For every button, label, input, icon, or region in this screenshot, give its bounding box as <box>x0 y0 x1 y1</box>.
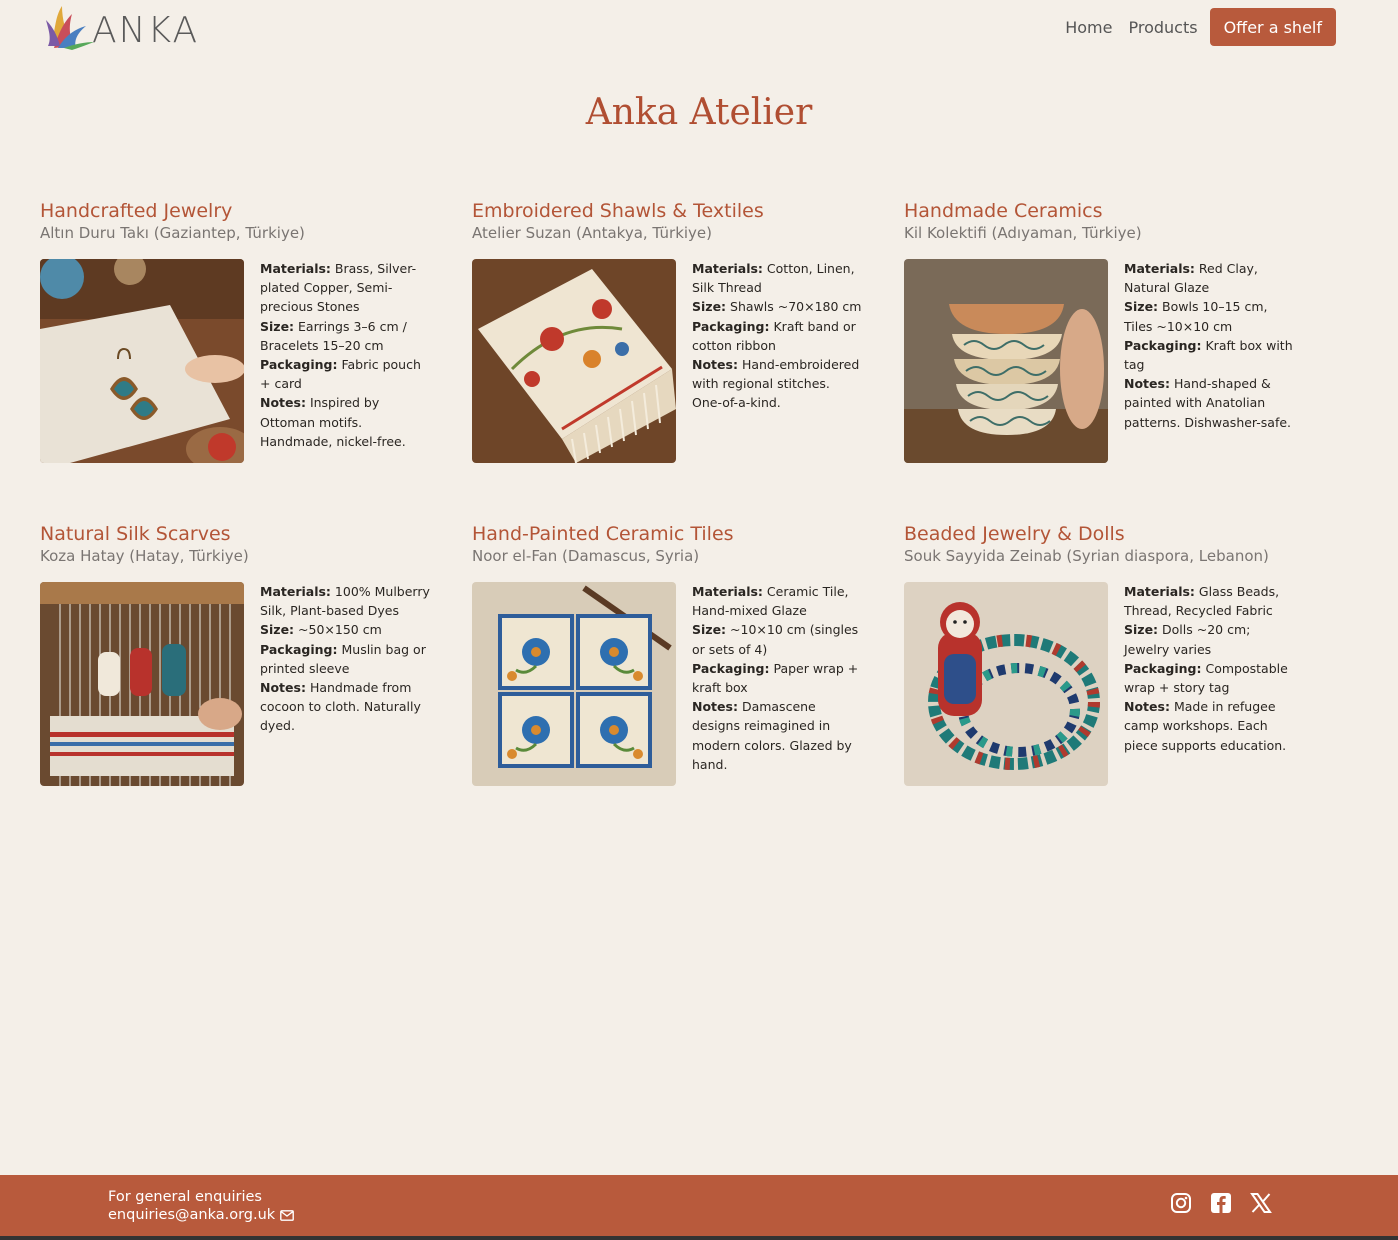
tiles-photo <box>472 582 676 786</box>
enquiries-label: For general enquiries <box>108 1189 262 1205</box>
notes-label: Notes: <box>260 395 306 411</box>
packaging-label: Packaging: <box>692 318 770 334</box>
size-label: Size: <box>1124 622 1159 638</box>
packaging-label: Packaging: <box>260 641 338 657</box>
x-icon[interactable] <box>1250 1192 1272 1214</box>
site-header: ANKA Home Products Offer a shelf <box>0 0 1398 60</box>
product-specs: Materials: Red Clay, Natural Glaze Size:… <box>1124 259 1296 463</box>
product-title: Hand-Painted Ceramic Tiles <box>472 523 734 545</box>
ceramics-photo <box>904 259 1108 463</box>
size-label: Size: <box>692 622 727 638</box>
product-maker: Altın Duru Takı (Gaziantep, Türkiye) <box>40 224 305 242</box>
materials-label: Materials: <box>692 584 763 599</box>
materials-label: Materials: <box>692 261 763 276</box>
enquiries-email-link[interactable]: enquiries@anka.org.uk <box>108 1206 275 1224</box>
notes-label: Notes: <box>1124 699 1170 715</box>
product-specs: Materials: Brass, Silver-plated Copper, … <box>260 259 432 463</box>
facebook-icon[interactable] <box>1210 1192 1232 1214</box>
product-card: Hand-Painted Ceramic Tiles Noor el-Fan (… <box>472 521 892 786</box>
packaging-label: Packaging: <box>692 660 770 676</box>
instagram-icon[interactable] <box>1170 1192 1192 1214</box>
main-nav: Home Products Offer a shelf <box>1057 8 1336 46</box>
product-maker: Noor el-Fan (Damascus, Syria) <box>472 547 700 565</box>
size-label: Size: <box>1124 299 1159 315</box>
product-title: Natural Silk Scarves <box>40 523 231 545</box>
nav-products-link[interactable]: Products <box>1120 10 1205 45</box>
shawl-photo <box>472 259 676 463</box>
notes-label: Notes: <box>1124 376 1170 392</box>
product-card: Handmade Ceramics Kil Kolektifi (Adıyama… <box>904 198 1324 463</box>
product-title: Beaded Jewelry & Dolls <box>904 523 1125 545</box>
product-title: Handcrafted Jewelry <box>40 200 233 222</box>
product-title: Handmade Ceramics <box>904 200 1103 222</box>
offer-shelf-button[interactable]: Offer a shelf <box>1209 8 1336 46</box>
product-card: Natural Silk Scarves Koza Hatay (Hatay, … <box>40 521 460 786</box>
materials-label: Materials: <box>260 261 331 276</box>
size-value: ~50×150 cm <box>298 622 382 638</box>
packaging-label: Packaging: <box>1124 660 1202 676</box>
product-maker: Souk Sayyida Zeinab (Syrian diaspora, Le… <box>904 547 1269 565</box>
size-value: Shawls ~70×180 cm <box>730 299 862 315</box>
size-label: Size: <box>260 622 295 638</box>
envelope-icon <box>280 1209 295 1221</box>
notes-label: Notes: <box>692 357 738 373</box>
beads-doll-photo <box>904 582 1108 786</box>
jewelry-photo <box>40 259 244 463</box>
product-maker: Atelier Suzan (Antakya, Türkiye) <box>472 224 713 242</box>
materials-label: Materials: <box>1124 261 1195 276</box>
notes-label: Notes: <box>692 699 738 715</box>
page-title: Anka Atelier <box>585 92 813 133</box>
materials-label: Materials: <box>1124 584 1195 599</box>
packaging-label: Packaging: <box>1124 337 1202 353</box>
product-grid: Handcrafted Jewelry Altın Duru Takı (Gaz… <box>40 198 1336 786</box>
materials-label: Materials: <box>260 584 331 599</box>
product-title: Embroidered Shawls & Textiles <box>472 200 764 222</box>
notes-label: Notes: <box>260 680 306 696</box>
product-card: Handcrafted Jewelry Altın Duru Takı (Gaz… <box>40 198 460 463</box>
product-specs: Materials: 100% Mulberry Silk, Plant-bas… <box>260 582 432 786</box>
anka-logo[interactable]: ANKA <box>42 2 199 52</box>
product-specs: Materials: Glass Beads, Thread, Recycled… <box>1124 582 1296 786</box>
loom-photo <box>40 582 244 786</box>
size-label: Size: <box>260 318 295 334</box>
product-maker: Koza Hatay (Hatay, Türkiye) <box>40 547 249 565</box>
product-specs: Materials: Cotton, Linen, Silk Thread Si… <box>692 259 864 463</box>
product-card: Embroidered Shawls & Textiles Atelier Su… <box>472 198 892 463</box>
nav-home-link[interactable]: Home <box>1057 10 1120 45</box>
phoenix-logo-icon <box>46 6 94 50</box>
product-card: Beaded Jewelry & Dolls Souk Sayyida Zein… <box>904 521 1324 786</box>
product-specs: Materials: Ceramic Tile, Hand-mixed Glaz… <box>692 582 864 786</box>
size-label: Size: <box>692 299 727 315</box>
brand-name: ANKA <box>92 9 200 51</box>
packaging-label: Packaging: <box>260 357 338 373</box>
product-maker: Kil Kolektifi (Adıyaman, Türkiye) <box>904 224 1142 242</box>
site-footer: For general enquiries enquiries@anka.org… <box>0 1175 1398 1240</box>
